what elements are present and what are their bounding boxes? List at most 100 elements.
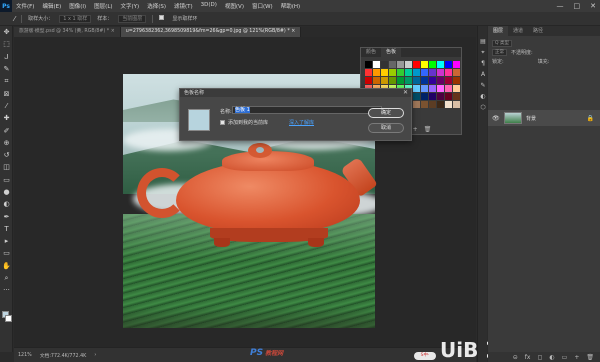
add-icon[interactable]: +	[413, 126, 418, 133]
color-swatch[interactable]	[445, 85, 452, 92]
color-swatch[interactable]	[389, 61, 396, 68]
brush-settings-icon[interactable]: ✎	[478, 80, 488, 91]
tab-paths[interactable]: 路径	[528, 26, 548, 36]
color-swatch[interactable]	[373, 61, 380, 68]
close-window-icon[interactable]: ✕	[590, 2, 596, 10]
color-swatch[interactable]	[421, 77, 428, 84]
color-swatch[interactable]	[437, 101, 444, 108]
lock-icon[interactable]: 🔒	[587, 115, 594, 122]
color-swatch[interactable]	[453, 93, 460, 100]
layer-background[interactable]: 👁 背景 🔒	[488, 110, 600, 126]
history-brush-icon[interactable]: ↺	[0, 149, 13, 161]
menu-item[interactable]: 选择(S)	[143, 2, 170, 10]
healing-icon[interactable]: ✚	[0, 112, 13, 124]
color-swatch[interactable]	[405, 61, 412, 68]
color-swatch[interactable]	[405, 77, 412, 84]
color-swatch[interactable]	[453, 77, 460, 84]
maximize-icon[interactable]: □	[574, 2, 581, 10]
color-swatch[interactable]	[389, 77, 396, 84]
adjust-icon[interactable]: ◐	[478, 91, 488, 102]
menu-item[interactable]: 图像(I)	[65, 2, 90, 10]
color-swatch[interactable]	[365, 77, 372, 84]
brush-icon[interactable]: ✐	[0, 124, 13, 136]
group-icon[interactable]: ▭	[562, 354, 568, 361]
tab-close-icon[interactable]: ×	[111, 29, 115, 34]
color-swatch[interactable]	[429, 93, 436, 100]
color-swatch[interactable]	[421, 101, 428, 108]
eyedropper-icon[interactable]: ⁄	[0, 100, 13, 112]
menu-item[interactable]: 帮助(H)	[277, 2, 304, 10]
tab-swatches[interactable]: 色板	[381, 48, 402, 57]
color-swatch[interactable]	[445, 93, 452, 100]
dodge-icon[interactable]: ◐	[0, 198, 13, 210]
tab-close-icon[interactable]: ×	[291, 29, 295, 34]
color-swatch[interactable]	[381, 69, 388, 76]
paragraph-icon[interactable]: ¶	[478, 58, 488, 69]
menu-item[interactable]: 图层(L)	[90, 2, 116, 10]
history-icon[interactable]: ▤	[478, 36, 488, 47]
move-icon[interactable]: ✥	[0, 26, 13, 38]
color-swatch[interactable]	[429, 77, 436, 84]
color-swatch[interactable]	[453, 101, 460, 108]
cube-icon[interactable]: ⬡	[478, 102, 488, 113]
swatch-name-input[interactable]: 色板 1	[232, 106, 382, 114]
color-swatch[interactable]	[437, 69, 444, 76]
color-swatch[interactable]	[413, 61, 420, 68]
layer-filter-select[interactable]: Q 类型	[492, 40, 512, 47]
mask-icon[interactable]: ◻	[537, 354, 542, 361]
color-swatch[interactable]	[429, 61, 436, 68]
color-swatch[interactable]	[413, 85, 420, 92]
zoom-level[interactable]: 121%	[18, 353, 32, 358]
stamp-icon[interactable]: ⊕	[0, 137, 13, 149]
color-swatch[interactable]	[437, 61, 444, 68]
eraser-icon[interactable]: ◫	[0, 161, 13, 173]
ok-button[interactable]: 确定	[368, 108, 404, 118]
color-swatch[interactable]	[453, 61, 460, 68]
menu-item[interactable]: 编辑(E)	[38, 2, 65, 10]
type-icon[interactable]: T	[0, 223, 13, 235]
show-ring-checkbox[interactable]	[159, 15, 166, 22]
color-swatch[interactable]	[373, 77, 380, 84]
color-swatch[interactable]	[421, 61, 428, 68]
marquee-icon[interactable]: ⬚	[0, 38, 13, 50]
status-arrow-icon[interactable]: ›	[94, 353, 96, 358]
color-swatch[interactable]	[453, 85, 460, 92]
color-swatch[interactable]	[381, 77, 388, 84]
hand-icon[interactable]: ✋	[0, 260, 13, 272]
color-swatch[interactable]	[437, 77, 444, 84]
visibility-eye-icon[interactable]: 👁	[492, 115, 500, 122]
color-swatch[interactable]	[413, 69, 420, 76]
add-to-library-checkbox[interactable]	[220, 120, 225, 125]
color-swatch[interactable]	[413, 77, 420, 84]
color-swatch[interactable]	[445, 61, 452, 68]
lasso-icon[interactable]: ᒍ	[0, 51, 13, 63]
fx-icon[interactable]: fx	[525, 354, 531, 361]
color-swatch[interactable]	[397, 77, 404, 84]
blend-mode-select[interactable]: 正常	[492, 49, 507, 56]
pen-icon[interactable]: ✒	[0, 210, 13, 222]
color-swatch[interactable]	[453, 69, 460, 76]
gradient-icon[interactable]: ▭	[0, 174, 13, 186]
tab-color[interactable]: 颜色	[361, 48, 381, 57]
close-icon[interactable]: ✕	[403, 89, 408, 97]
link-icon[interactable]: ⊝	[513, 354, 518, 361]
color-swatch[interactable]	[381, 61, 388, 68]
trash-icon[interactable]: 🗑	[424, 126, 432, 133]
eyedropper-icon[interactable]: ⁄	[14, 15, 15, 23]
path-select-icon[interactable]: ▸	[0, 235, 13, 247]
delete-icon[interactable]: 🗑	[586, 354, 594, 361]
menu-item[interactable]: 3D(D)	[197, 2, 221, 10]
more-icon[interactable]: ···	[0, 284, 13, 296]
menu-item[interactable]: 文件(F)	[12, 2, 38, 10]
tab-model-psd[interactable]: 旅游版·模型.psd @ 34% (黄, RGB/8#) * ×	[14, 27, 121, 37]
color-swatch[interactable]	[437, 93, 444, 100]
minimize-icon[interactable]: —	[557, 2, 564, 10]
shape-icon[interactable]: ▭	[0, 247, 13, 259]
color-swatch[interactable]	[373, 69, 380, 76]
tab-channels[interactable]: 通道	[508, 26, 528, 36]
frame-icon[interactable]: ⊠	[0, 87, 13, 99]
color-swatch[interactable]	[437, 85, 444, 92]
color-swatch[interactable]	[389, 69, 396, 76]
menu-item[interactable]: 文字(Y)	[117, 2, 144, 10]
color-swatch[interactable]	[397, 61, 404, 68]
